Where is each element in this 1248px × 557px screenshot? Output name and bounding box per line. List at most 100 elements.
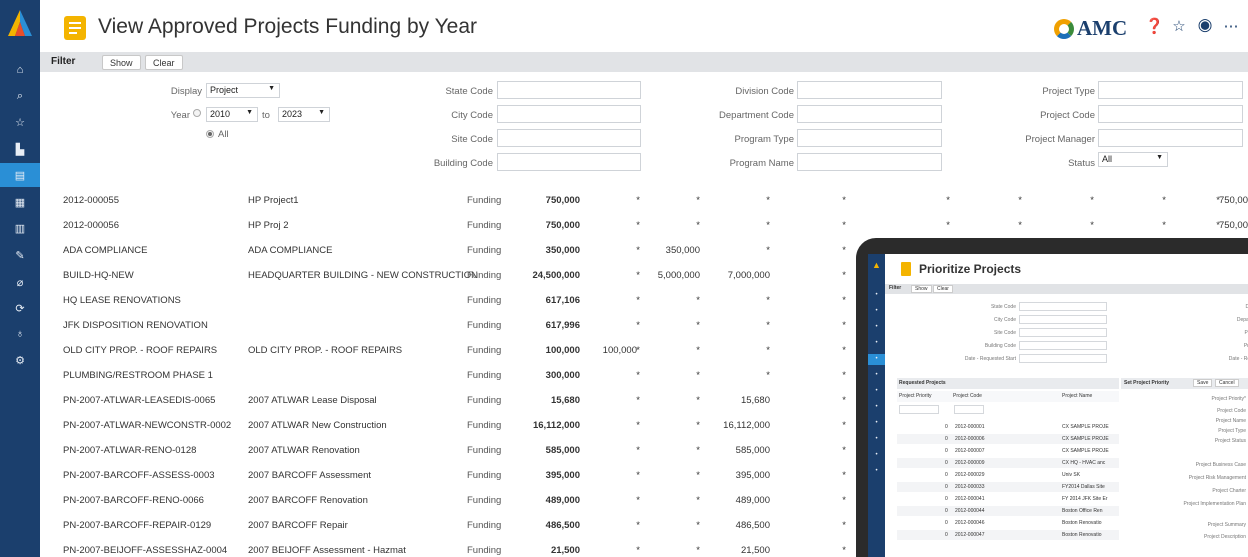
project-code-input[interactable] xyxy=(1098,105,1243,123)
year-from-select[interactable]: 2010 ▼ xyxy=(206,107,258,122)
tag-icon[interactable]: ⌀ xyxy=(0,270,40,294)
grid-icon[interactable]: ▦ xyxy=(0,190,40,214)
col-project-priority[interactable]: Project Priority xyxy=(899,393,932,399)
list-item[interactable]: 0 2012-000029 Univ SK xyxy=(897,470,1119,480)
list-item[interactable]: 0 2012-000033 FY2014 Dallas Site xyxy=(897,482,1119,492)
cell-project-code: PN-2007-BARCOFF-RENO-0066 xyxy=(63,495,204,506)
table-row[interactable]: 2012-000055 HP Project1 Funding 750,000 * * * *… xyxy=(40,188,1248,213)
wrench-icon[interactable]: ✎ xyxy=(0,243,40,267)
list-item[interactable]: 0 2012-000046 Boston Renovatio xyxy=(897,518,1119,528)
set-priority-field-label: Project Description xyxy=(1204,534,1246,540)
tablet-cancel-button[interactable]: Cancel xyxy=(1215,379,1239,387)
refresh-icon[interactable]: • xyxy=(868,434,885,445)
list-item[interactable]: 0 2012-000047 Boston Renovatio xyxy=(897,530,1119,540)
cell-year-2: * xyxy=(696,195,700,206)
tablet-show-button[interactable]: Show xyxy=(911,285,932,293)
tablet-filter-label: State Code xyxy=(990,304,1016,310)
all-years-radio[interactable] xyxy=(206,130,214,138)
set-priority-field-label: Project Implementation Plan xyxy=(1183,501,1246,507)
list-item[interactable]: 0 2012-000007 CX SAMPLE PROJE xyxy=(897,446,1119,456)
list-item[interactable]: 0 2012-000041 FY 2014 JFK Site Er xyxy=(897,494,1119,504)
cell-total: 750,000 xyxy=(545,195,580,206)
cell-code: 2012-000041 xyxy=(955,496,985,502)
cell-year-3: 16,112,000 xyxy=(723,420,770,431)
cell-year-3: * xyxy=(766,320,770,331)
code-filter-input[interactable] xyxy=(954,405,984,414)
cell-name: CX SAMPLE PROJE xyxy=(1062,448,1109,454)
building-code-input[interactable] xyxy=(497,153,641,171)
cell-name: CX SAMPLE PROJE xyxy=(1062,436,1109,442)
clear-button[interactable]: Clear xyxy=(145,55,183,70)
search-icon[interactable]: • xyxy=(868,306,885,317)
year-range-radio[interactable] xyxy=(193,109,201,117)
cell-name: CX SAMPLE PROJE xyxy=(1062,424,1109,430)
wrench-icon[interactable]: • xyxy=(868,402,885,413)
more-icon[interactable]: ⋯ xyxy=(1222,17,1240,35)
cell-project-name: HEADQUARTER BUILDING - NEW CONSTRUCTION xyxy=(248,270,478,281)
tablet-filter-input[interactable] xyxy=(1019,302,1107,311)
cell-project-code: PN-2007-ATLWAR-NEWCONSTR-0002 xyxy=(63,420,232,431)
tablet-filter-input[interactable] xyxy=(1019,328,1107,337)
program-name-input[interactable] xyxy=(797,153,942,171)
tablet-clear-button[interactable]: Clear xyxy=(933,285,953,293)
display-select[interactable]: Project ▼ xyxy=(206,83,280,98)
cell-code: 2012-000006 xyxy=(955,436,985,442)
tablet-filter-input[interactable] xyxy=(1019,354,1107,363)
show-button[interactable]: Show xyxy=(102,55,141,70)
col-project-code[interactable]: Project Code xyxy=(953,393,982,399)
cell-year-4: * xyxy=(842,420,846,431)
site-code-input[interactable] xyxy=(497,129,641,147)
cell-project-name: 2007 ATLWAR Renovation xyxy=(248,445,360,456)
year-to-select[interactable]: 2023 ▼ xyxy=(278,107,330,122)
report-icon[interactable]: ▤ xyxy=(0,163,40,187)
gear-icon[interactable]: • xyxy=(868,466,885,477)
division-code-input[interactable] xyxy=(797,81,942,99)
cell-year-3: 489,000 xyxy=(735,495,770,506)
project-type-input[interactable] xyxy=(1098,81,1243,99)
tablet-filter-input[interactable] xyxy=(1019,341,1107,350)
user-avatar-icon[interactable]: ◉ xyxy=(1196,15,1214,35)
grid-icon[interactable]: • xyxy=(868,370,885,381)
cell-year-10: 750,00 xyxy=(1218,195,1248,206)
department-code-input[interactable] xyxy=(797,105,942,123)
brand-name: AMC xyxy=(1077,16,1128,40)
home-icon[interactable]: ⌂ xyxy=(0,58,40,82)
all-label: All xyxy=(218,129,229,140)
lightbulb-icon[interactable]: ♁ xyxy=(0,322,40,346)
list-item[interactable]: 0 2012-000006 CX SAMPLE PROJE xyxy=(897,434,1119,444)
state-code-input[interactable] xyxy=(497,81,641,99)
lightbulb-icon[interactable]: • xyxy=(868,450,885,461)
table-row[interactable]: 2012-000056 HP Proj 2 Funding 750,000 * * * * * *… xyxy=(40,213,1248,238)
col-project-name[interactable]: Project Name xyxy=(1062,393,1092,399)
project-code-label: Project Code xyxy=(1040,110,1095,121)
star-icon[interactable]: ☆ xyxy=(0,110,40,134)
list-item[interactable]: 0 2012-000001 CX SAMPLE PROJE xyxy=(897,422,1119,432)
home-icon[interactable]: • xyxy=(868,290,885,301)
refresh-icon[interactable]: ⟳ xyxy=(0,296,40,320)
building-chart-icon[interactable]: ▙ xyxy=(0,137,40,161)
cell-project-code: 2012-000055 xyxy=(63,195,119,206)
list-item[interactable]: 0 2012-000009 CX HQ - HVAC anc xyxy=(897,458,1119,468)
cell-year-2: 5,000,000 xyxy=(657,270,700,281)
tablet-filter-label: Filter xyxy=(889,285,902,291)
report-icon[interactable]: • xyxy=(868,354,885,365)
tag-icon[interactable]: • xyxy=(868,418,885,429)
favorite-icon[interactable]: ☆ xyxy=(1170,17,1188,35)
document-icon[interactable]: ▥ xyxy=(0,216,40,240)
tablet-save-button[interactable]: Save xyxy=(1193,379,1213,387)
amc-ring-icon xyxy=(1054,18,1074,39)
program-type-input[interactable] xyxy=(797,129,942,147)
project-manager-input[interactable] xyxy=(1098,129,1243,147)
list-item[interactable]: 0 2012-000044 Boston Office Ren xyxy=(897,506,1119,516)
city-code-input[interactable] xyxy=(497,105,641,123)
cell-year-2: * xyxy=(696,320,700,331)
help-icon[interactable]: ❓ xyxy=(1145,17,1164,35)
status-select[interactable]: All ▼ xyxy=(1098,152,1168,167)
priority-filter-input[interactable] xyxy=(899,405,939,414)
document-icon[interactable]: • xyxy=(868,386,885,397)
search-icon[interactable]: ⌕ xyxy=(0,84,40,108)
building-icon[interactable]: • xyxy=(868,338,885,349)
star-icon[interactable]: • xyxy=(868,322,885,333)
tablet-filter-input[interactable] xyxy=(1019,315,1107,324)
gear-icon[interactable]: ⚙ xyxy=(0,348,40,372)
